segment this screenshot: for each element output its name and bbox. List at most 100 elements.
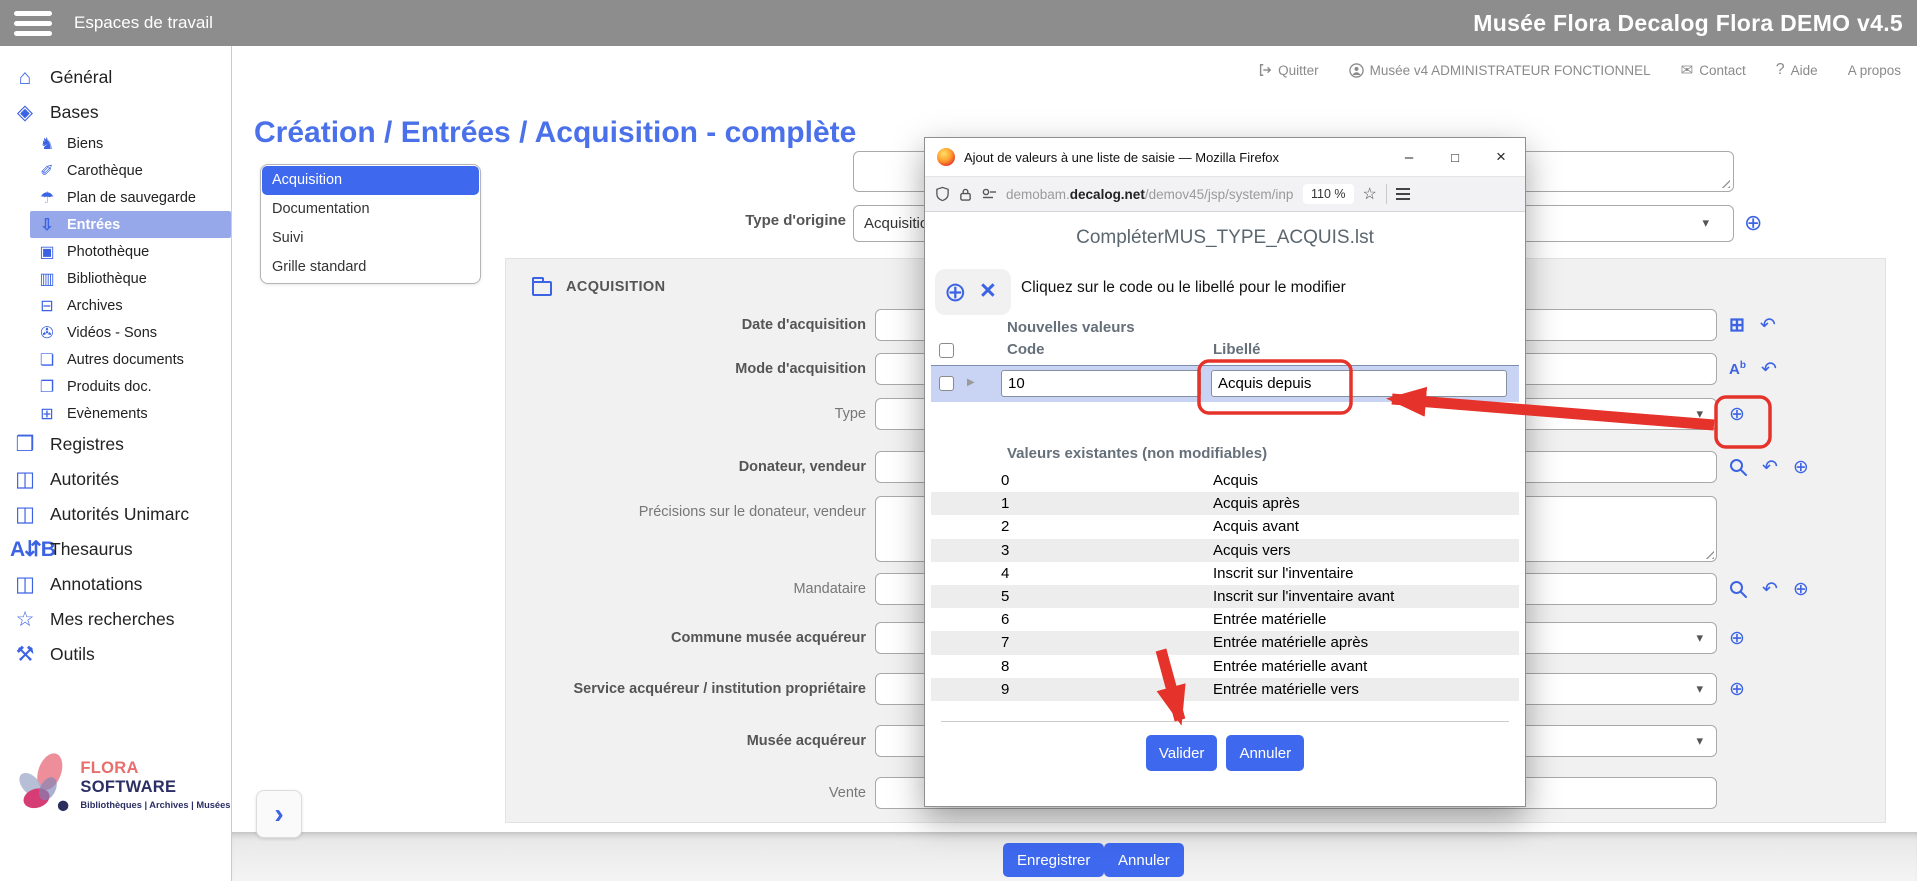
sidebar-item-biens[interactable]: ♞Biens [30, 130, 231, 157]
tab-grille-standard[interactable]: Grille standard [262, 253, 479, 282]
popup-content: CompléterMUS_TYPE_ACQUIS.lst ⊕ × Cliquez… [925, 213, 1525, 806]
tab-suivi[interactable]: Suivi [262, 224, 479, 253]
undo-icon[interactable]: ↶ [1761, 358, 1777, 381]
firefox-menu-icon[interactable] [1396, 185, 1410, 202]
close-button[interactable]: × [1481, 138, 1521, 176]
logo-flora-text: FLORA [80, 759, 138, 777]
new-libelle-input[interactable] [1211, 370, 1507, 397]
sidebar-item-produits-doc[interactable]: ❐Produits doc. [30, 373, 231, 400]
sidebar-item-bibliotheque[interactable]: ▥Bibliothèque [30, 265, 231, 292]
help-link[interactable]: ? Aide [1776, 61, 1818, 79]
chevron-down-icon[interactable]: ▾ [1696, 733, 1703, 749]
firefox-icon [937, 148, 955, 166]
sidebar-item-evenements[interactable]: ⊞Evènements [30, 400, 231, 427]
quit-link[interactable]: Quitter [1258, 63, 1319, 78]
contact-link[interactable]: ✉ Contact [1681, 61, 1746, 79]
value-label: Entrée matérielle vers [1213, 678, 1359, 701]
font-assist-icon[interactable]: Ab [1729, 360, 1746, 378]
sidebar-item-annotations[interactable]: ◫Annotations [0, 567, 231, 602]
workspace-label: Espaces de travail [74, 13, 213, 33]
validate-button[interactable]: Valider [1146, 735, 1218, 771]
popup-title-bar[interactable]: Ajout de valeurs à une liste de saisie —… [925, 138, 1525, 176]
popup-cancel-button[interactable]: Annuler [1226, 735, 1304, 771]
sidebar-item-general[interactable]: ⌂Général [0, 60, 231, 95]
chevron-down-icon[interactable]: ▾ [1696, 406, 1703, 422]
save-button[interactable]: Enregistrer [1003, 843, 1104, 877]
row-checkbox[interactable] [939, 376, 954, 391]
undo-icon[interactable]: ↶ [1760, 314, 1776, 337]
bookmark-star-icon[interactable]: ☆ [1363, 184, 1377, 204]
tab-documentation[interactable]: Documentation [262, 195, 479, 224]
field-label: Musée acquéreur [506, 725, 866, 757]
cancel-button[interactable]: Annuler [1104, 843, 1184, 877]
existing-value-row: 4Inscrit sur l'inventaire [931, 562, 1519, 585]
new-code-input[interactable] [1001, 370, 1201, 397]
sidebar-item-bases[interactable]: ◈Bases [0, 95, 231, 130]
page-title: Création / Entrées / Acquisition - compl… [254, 116, 856, 150]
sidebar-item-autorites[interactable]: ◫Autorités [0, 462, 231, 497]
sidebar-item-outils[interactable]: ⚒Outils [0, 637, 231, 672]
add-value-icon[interactable]: ⊕ [1793, 456, 1809, 479]
sidebar-item-phototheque[interactable]: ▣Photothèque [30, 238, 231, 265]
app-title: Musée Flora Decalog Flora DEMO v4.5 [1473, 10, 1903, 37]
search-icon[interactable] [1729, 458, 1747, 476]
sidebar-item-mes-recherches[interactable]: ☆Mes recherches [0, 602, 231, 637]
user-menu[interactable]: Musée v4 ADMINISTRATEUR FONCTIONNEL [1349, 63, 1651, 78]
value-label: Entrée matérielle avant [1213, 655, 1367, 678]
sidebar-item-registres[interactable]: ❒Registres [0, 427, 231, 462]
tag-icon: ◈ [10, 100, 40, 125]
undo-icon[interactable]: ↶ [1762, 456, 1778, 479]
tab-acquisition[interactable]: Acquisition [262, 166, 479, 195]
url-bar[interactable]: demobam.decalog.net/demov45/jsp/system/i… [925, 176, 1525, 212]
add-value-icon[interactable]: ⊕ [1729, 678, 1745, 701]
permissions-icon[interactable] [981, 187, 997, 201]
calendar-icon[interactable]: ⊞ [1729, 314, 1745, 337]
sidebar-item-autres-documents[interactable]: ❏Autres documents [30, 346, 231, 373]
sidebar-item-carotheque[interactable]: ✐Carothèque [30, 157, 231, 184]
sidebar-item-archives[interactable]: ⊟Archives [30, 292, 231, 319]
maximize-button[interactable]: □ [1435, 138, 1475, 176]
undo-icon[interactable]: ↶ [1762, 578, 1778, 601]
hamburger-menu-icon[interactable] [14, 6, 52, 41]
minimize-button[interactable]: – [1389, 138, 1429, 176]
select-all-checkbox[interactable] [939, 343, 954, 358]
sidebar-item-thesaurus[interactable]: A⇵BThesaurus [0, 532, 231, 567]
value-label: Inscrit sur l'inventaire [1213, 562, 1353, 585]
add-row-icon[interactable]: ⊕ [944, 277, 967, 308]
existing-value-row: 0Acquis [931, 469, 1519, 492]
secondary-header: Quitter Musée v4 ADMINISTRATEUR FONCTION… [232, 46, 1917, 94]
sidebar-item-autorites-unimarc[interactable]: ◫Autorités Unimarc [0, 497, 231, 532]
chevron-right-icon: › [274, 798, 283, 830]
add-value-icon[interactable]: ⊕ [1729, 627, 1745, 650]
firefox-popup-window: Ajout de valeurs à une liste de saisie —… [924, 137, 1526, 807]
star-icon: ☆ [10, 607, 40, 632]
documents-stack-icon: ❐ [36, 377, 58, 397]
resize-handle-icon[interactable] [1719, 177, 1730, 188]
video-file-icon: ✇ [36, 323, 58, 343]
lock-icon[interactable] [959, 187, 972, 202]
delete-row-icon[interactable]: × [980, 275, 996, 306]
archive-box-icon: ⊟ [36, 296, 58, 316]
folder-icon [532, 281, 552, 296]
existing-value-row: 3Acquis vers [931, 539, 1519, 562]
divider [941, 721, 1509, 722]
open-book-icon: ◫ [10, 572, 40, 597]
value-label: Acquis après [1213, 492, 1300, 515]
add-value-icon[interactable]: ⊕ [1729, 403, 1745, 426]
chevron-down-icon[interactable]: ▾ [1696, 681, 1703, 697]
add-value-icon[interactable]: ⊕ [1793, 578, 1809, 601]
chevron-down-icon[interactable]: ▾ [1696, 630, 1703, 646]
libelle-column-header: Libellé [1213, 341, 1261, 358]
zoom-level-badge[interactable]: 110 % [1303, 184, 1354, 204]
sidebar-item-entrees[interactable]: ⇩Entrées [30, 211, 231, 238]
chevron-down-icon[interactable]: ▾ [1702, 215, 1709, 231]
about-link[interactable]: A propos [1848, 63, 1901, 78]
sidebar-item-videos-sons[interactable]: ✇Vidéos - Sons [30, 319, 231, 346]
search-icon[interactable] [1729, 580, 1747, 598]
shield-icon[interactable] [935, 186, 950, 202]
chess-knight-icon: ♞ [36, 134, 58, 154]
type-origine-label: Type d'origine [600, 212, 846, 229]
add-value-icon[interactable]: ⊕ [1744, 210, 1762, 236]
expand-panel-button[interactable]: › [256, 790, 302, 838]
sidebar-item-plan-de-sauvegarde[interactable]: ☂Plan de sauvegarde [30, 184, 231, 211]
